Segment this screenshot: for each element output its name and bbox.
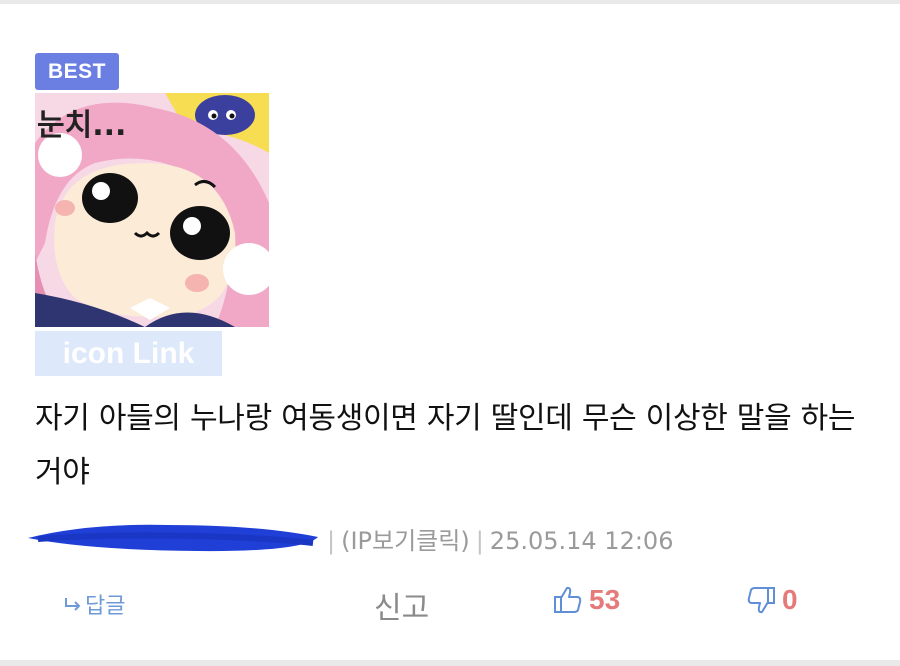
svg-text:눈치...: 눈치... [37, 108, 126, 143]
reply-arrow-icon [65, 598, 81, 611]
ip-view-link[interactable]: (IP보기클릭) [341, 527, 470, 555]
best-badge: BEST [35, 53, 119, 90]
comment-body: 자기 아들의 누나랑 여동생이면 자기 딸인데 무슨 이상한 말을 하는 거야 [35, 401, 856, 490]
reply-button[interactable]: 답글 [64, 588, 125, 620]
dislike-button[interactable]: 0 [746, 584, 798, 616]
avatar-illustration: 눈치... [35, 93, 269, 327]
redaction-mark [28, 524, 318, 552]
like-button[interactable]: 53 [553, 584, 620, 616]
meta-separator: | [327, 527, 336, 555]
icon-link-button[interactable]: icon Link [35, 331, 222, 376]
reply-label: 답글 [85, 594, 126, 619]
timestamp: 25.05.14 12:06 [489, 527, 674, 555]
meta-separator: | [475, 527, 484, 555]
bottom-divider [0, 660, 900, 666]
dislike-count: 0 [782, 584, 798, 615]
comment-meta: | (IP보기클릭) | 25.05.14 12:06 [28, 517, 728, 557]
thumbs-up-icon [554, 586, 582, 613]
like-count: 53 [589, 584, 621, 615]
thumbs-down-icon [747, 587, 775, 614]
report-button[interactable]: 신고 [374, 583, 429, 627]
comment-actions: 답글 신고 53 0 [0, 578, 900, 626]
avatar[interactable]: 눈치... [35, 93, 269, 327]
top-divider [0, 0, 900, 4]
